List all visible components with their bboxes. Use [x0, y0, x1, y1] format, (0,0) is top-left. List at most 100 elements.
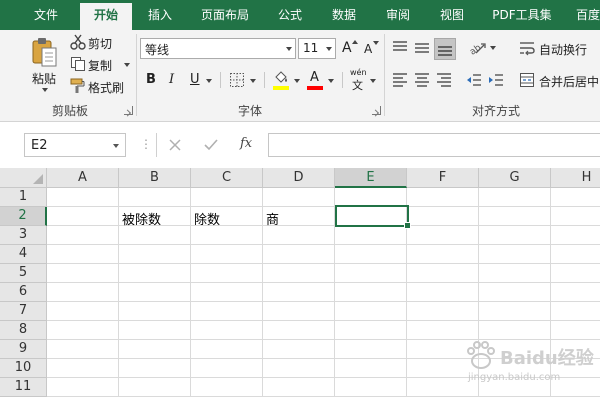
cell-d11[interactable] [263, 378, 335, 397]
tab-page-layout[interactable]: 页面布局 [192, 0, 258, 30]
cell-h6[interactable] [551, 283, 600, 302]
cell-c5[interactable] [191, 264, 263, 283]
cell-f4[interactable] [407, 245, 479, 264]
tab-review[interactable]: 审阅 [374, 0, 422, 30]
cell-a8[interactable] [47, 321, 119, 340]
tab-home[interactable]: 开始 [80, 3, 132, 30]
tab-formulas[interactable]: 公式 [266, 0, 314, 30]
tab-pdf-tools[interactable]: PDF工具集 [482, 0, 562, 30]
orientation-button[interactable]: ab [466, 38, 496, 58]
cancel-icon[interactable] [168, 138, 182, 152]
tab-view[interactable]: 视图 [428, 0, 476, 30]
cell-e8[interactable] [335, 321, 407, 340]
row-header-7[interactable]: 7 [0, 302, 47, 321]
cell-c10[interactable] [191, 359, 263, 378]
select-all-corner[interactable] [0, 168, 47, 188]
cell-a6[interactable] [47, 283, 119, 302]
cell-f6[interactable] [407, 283, 479, 302]
cell-e7[interactable] [335, 302, 407, 321]
cell-a9[interactable] [47, 340, 119, 359]
cell-g1[interactable] [479, 188, 551, 207]
cell-a5[interactable] [47, 264, 119, 283]
cell-f7[interactable] [407, 302, 479, 321]
formula-bar-grip-icon[interactable]: ⋮ [140, 137, 152, 151]
cell-g2[interactable] [479, 207, 551, 226]
row-header-8[interactable]: 8 [0, 321, 47, 340]
cell-d3[interactable] [263, 226, 335, 245]
increase-font-size-button[interactable]: A [340, 39, 358, 59]
row-header-10[interactable]: 10 [0, 359, 47, 378]
cell-b4[interactable] [119, 245, 191, 264]
cell-d4[interactable] [263, 245, 335, 264]
cell-d9[interactable] [263, 340, 335, 359]
increase-indent-button[interactable] [486, 70, 506, 90]
cell-f3[interactable] [407, 226, 479, 245]
column-header-d[interactable]: D [263, 168, 335, 188]
cell-b1[interactable] [119, 188, 191, 207]
phonetic-guide-button[interactable]: wén 文 [348, 68, 378, 92]
cell-b2[interactable]: 被除数 [119, 207, 191, 228]
cell-g3[interactable] [479, 226, 551, 245]
cell-g7[interactable] [479, 302, 551, 321]
row-header-9[interactable]: 9 [0, 340, 47, 359]
cell-b10[interactable] [119, 359, 191, 378]
cell-b3[interactable] [119, 226, 191, 245]
align-bottom-button[interactable] [434, 38, 456, 60]
cell-c7[interactable] [191, 302, 263, 321]
cell-f5[interactable] [407, 264, 479, 283]
cell-c4[interactable] [191, 245, 263, 264]
cell-a11[interactable] [47, 378, 119, 397]
cell-h3[interactable] [551, 226, 600, 245]
decrease-font-size-button[interactable]: A [362, 39, 380, 59]
clipboard-dialog-launcher-icon[interactable] [124, 106, 133, 115]
column-header-a[interactable]: A [47, 168, 119, 188]
cell-d6[interactable] [263, 283, 335, 302]
tab-file[interactable]: 文件 [20, 0, 72, 30]
align-middle-button[interactable] [412, 38, 432, 58]
cell-e10[interactable] [335, 359, 407, 378]
underline-button[interactable]: U [186, 70, 214, 90]
decrease-indent-button[interactable] [464, 70, 484, 90]
enter-check-icon[interactable] [204, 138, 218, 152]
formula-input[interactable] [268, 133, 600, 157]
tab-data[interactable]: 数据 [320, 0, 368, 30]
insert-function-icon[interactable]: fx [240, 136, 252, 151]
bold-button[interactable]: B [142, 70, 160, 90]
align-left-button[interactable] [390, 70, 410, 90]
merge-center-button[interactable]: 合并后居中 [518, 70, 600, 90]
column-header-b[interactable]: B [119, 168, 191, 188]
cell-h4[interactable] [551, 245, 600, 264]
wrap-text-button[interactable]: 自动换行 [518, 38, 600, 58]
cell-e11[interactable] [335, 378, 407, 397]
cell-c6[interactable] [191, 283, 263, 302]
cell-e4[interactable] [335, 245, 407, 264]
format-painter-button[interactable]: 格式刷 [68, 76, 132, 96]
cell-g4[interactable] [479, 245, 551, 264]
cell-f2[interactable] [407, 207, 479, 226]
cell-h2[interactable] [551, 207, 600, 226]
cell-d7[interactable] [263, 302, 335, 321]
cell-d8[interactable] [263, 321, 335, 340]
row-header-2[interactable]: 2 [0, 207, 47, 226]
italic-button[interactable]: I [164, 70, 182, 90]
cell-e9[interactable] [335, 340, 407, 359]
tab-insert[interactable]: 插入 [136, 0, 184, 30]
column-header-e[interactable]: E [335, 168, 407, 188]
cell-d1[interactable] [263, 188, 335, 207]
cut-button[interactable]: 剪切 [68, 32, 132, 52]
cell-b8[interactable] [119, 321, 191, 340]
column-header-h[interactable]: H [551, 168, 600, 188]
font-size-select[interactable]: 11 [298, 38, 336, 59]
cell-b7[interactable] [119, 302, 191, 321]
column-header-g[interactable]: G [479, 168, 551, 188]
cell-h7[interactable] [551, 302, 600, 321]
cell-a2[interactable] [47, 207, 119, 226]
align-center-button[interactable] [412, 70, 432, 90]
cell-c1[interactable] [191, 188, 263, 207]
row-header-11[interactable]: 11 [0, 378, 47, 397]
paste-button[interactable]: 粘贴 [26, 34, 64, 94]
cell-c11[interactable] [191, 378, 263, 397]
align-top-button[interactable] [390, 38, 410, 58]
row-header-1[interactable]: 1 [0, 188, 47, 207]
cell-e5[interactable] [335, 264, 407, 283]
